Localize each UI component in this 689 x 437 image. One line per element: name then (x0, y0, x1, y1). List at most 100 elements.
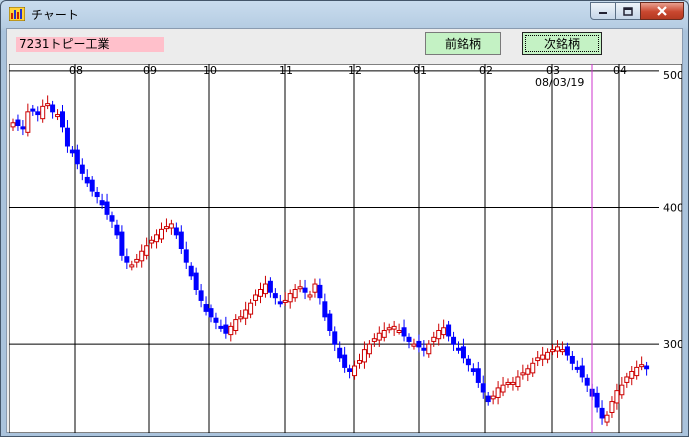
candle-body (604, 414, 610, 423)
candle-body (109, 215, 115, 222)
candle-body (559, 349, 565, 353)
candle-body (149, 239, 155, 244)
candle-body (599, 407, 605, 419)
candle-body (634, 366, 640, 377)
candle-body (248, 302, 254, 315)
candle-body (287, 293, 293, 303)
candle-body (391, 325, 397, 330)
y-tick-label: 300 (663, 338, 682, 351)
candle-body (183, 249, 189, 263)
candle-body (292, 289, 298, 299)
candle-body (614, 390, 620, 404)
candle-body (510, 381, 516, 385)
candle-body (431, 336, 437, 342)
candle-body (451, 336, 457, 345)
candle-body (322, 301, 328, 318)
candle-body (490, 395, 496, 400)
candle-body (332, 331, 338, 345)
candle-body (619, 384, 625, 396)
candle-body (79, 164, 85, 174)
candle-body (139, 250, 145, 262)
close-button[interactable] (640, 2, 684, 20)
candle-body (198, 290, 204, 301)
candle-body (564, 346, 570, 356)
candle-body (50, 104, 56, 113)
candle-body (584, 377, 590, 386)
candle-body (475, 368, 481, 383)
candle-body (10, 122, 16, 128)
prev-stock-button[interactable]: 前銘柄 (425, 32, 501, 55)
candle-body (208, 308, 214, 318)
chart-plot-area (9, 64, 682, 433)
candle-body (569, 355, 575, 364)
candle-body (629, 371, 635, 379)
candle-body (94, 191, 100, 198)
maximize-icon (623, 6, 633, 16)
candle-body (262, 283, 268, 295)
candle-body (74, 149, 80, 165)
candle-body (406, 336, 412, 342)
candle-body (99, 200, 105, 206)
candle-body (436, 330, 442, 340)
title-bar[interactable]: チャート (1, 1, 688, 27)
candle-body (144, 245, 150, 256)
candle-body (25, 111, 31, 133)
candle-body (312, 283, 318, 293)
candle-body (114, 224, 120, 236)
candle-body (366, 343, 372, 355)
next-stock-button[interactable]: 次銘柄 (522, 32, 602, 55)
minimize-button[interactable] (590, 2, 616, 20)
candle-body (243, 309, 249, 319)
candle-body (386, 327, 392, 331)
x-month-label: 10 (203, 64, 217, 77)
maximize-button[interactable] (615, 2, 641, 20)
candle-body (218, 325, 224, 329)
candle-body (173, 227, 179, 236)
candle-body (297, 286, 303, 290)
candle-body (282, 299, 288, 303)
candle-body (550, 349, 556, 353)
candlestick-chart[interactable]: 50040030008 09 10 11 12 01 02 03 0408/03/19 (9, 64, 682, 433)
x-month-label: 01 (413, 64, 427, 77)
candle-body (302, 287, 308, 293)
chart-app-icon (9, 7, 25, 21)
candle-body (505, 381, 511, 385)
x-month-label: 09 (143, 64, 157, 77)
candle-body (347, 368, 353, 372)
stock-name-label: 7231トピー工業 (16, 37, 164, 52)
candle-body (525, 368, 531, 375)
candle-body (456, 347, 461, 351)
candle-body (35, 111, 41, 116)
candle-body (465, 358, 471, 366)
candle-body (361, 349, 367, 363)
candle-body (594, 392, 600, 408)
candle-body (238, 316, 244, 320)
chart-window: チャート 7231トピー工業 前銘柄 次銘柄 500 400 300 08 09 10 11… (0, 0, 689, 437)
candle-body (178, 231, 184, 250)
candle-body (644, 365, 650, 370)
candle-body (213, 317, 219, 323)
y-tick-label: 500 (663, 69, 682, 82)
candle-body (20, 126, 26, 130)
candle-body (421, 347, 427, 351)
candle-body (203, 304, 209, 312)
candle-body (119, 231, 125, 256)
candle-body (84, 176, 90, 184)
x-month-label: 11 (279, 64, 293, 77)
candle-body (520, 372, 526, 376)
y-tick-label: 400 (663, 202, 682, 215)
candle-body (500, 384, 506, 393)
candle-body (258, 289, 263, 297)
candle-body (253, 294, 259, 301)
candle-body (376, 332, 382, 341)
candle-body (64, 127, 70, 147)
candle-body (159, 228, 164, 240)
candle-body (55, 114, 61, 118)
candle-body (267, 280, 273, 293)
minimize-icon (599, 12, 607, 14)
candle-body (540, 354, 546, 360)
candle-body (411, 343, 417, 347)
candle-body (535, 357, 541, 362)
candle-body (327, 313, 333, 332)
candle-body (446, 324, 452, 337)
